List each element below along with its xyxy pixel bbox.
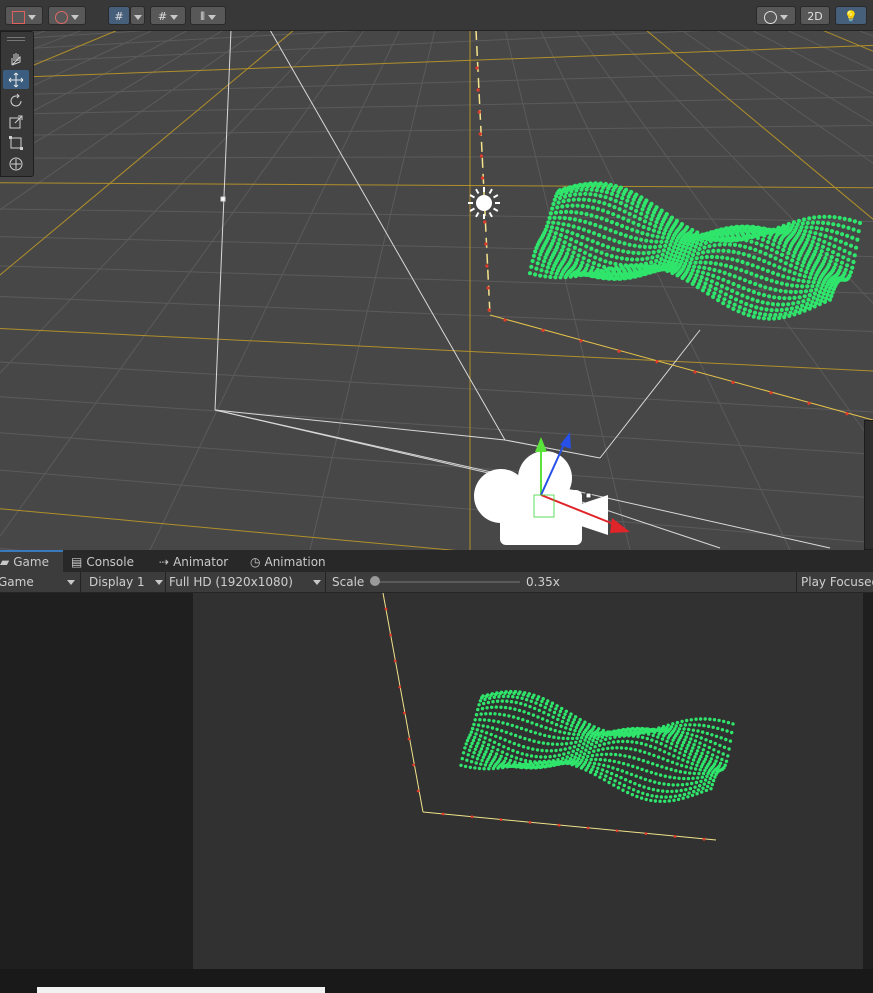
scene-canvas[interactable] xyxy=(0,0,873,550)
rect-tool-button[interactable] xyxy=(3,133,29,152)
align-dropdown[interactable]: ⫴ xyxy=(190,6,226,25)
tab-animator-label: Animator xyxy=(173,555,229,569)
move-tool-button[interactable] xyxy=(3,70,29,89)
gamepad-icon: ▰ xyxy=(0,555,10,569)
globe-icon xyxy=(55,10,68,24)
game-canvas xyxy=(382,593,735,841)
view-mode-dropdown[interactable]: Game xyxy=(0,572,76,592)
display-value: Display 1 xyxy=(89,575,145,589)
display-dropdown[interactable]: Display 1 xyxy=(89,572,163,592)
scene-grid xyxy=(0,0,873,550)
tab-strip: ▰ Game ▤ Console ⇢ Animator ◷ Animation xyxy=(0,550,873,573)
lighting-toggle[interactable]: 💡 xyxy=(835,6,867,25)
game-view[interactable] xyxy=(193,593,863,969)
move-icon xyxy=(8,72,24,88)
game-terrain-mesh xyxy=(459,689,735,803)
drag-handle[interactable] xyxy=(7,37,25,41)
lightbulb-icon: 💡 xyxy=(844,10,858,23)
play-mode-dropdown[interactable]: Play Focused xyxy=(801,572,873,592)
status-bar xyxy=(0,969,873,993)
console-icon: ▤ xyxy=(71,555,83,569)
scale-slider-thumb[interactable] xyxy=(370,576,380,586)
grid-snap-toggle[interactable]: # xyxy=(108,6,130,25)
view-mode-value: Game xyxy=(0,575,34,589)
tab-game-label: Game xyxy=(13,555,49,569)
resolution-value: Full HD (1920x1080) xyxy=(169,575,293,589)
tools-overlay xyxy=(0,31,34,177)
transform-tool-button[interactable] xyxy=(3,154,29,173)
chevron-down-icon xyxy=(28,14,36,20)
scale-icon xyxy=(9,115,23,129)
chevron-down-icon xyxy=(313,580,321,585)
sphere-icon xyxy=(764,10,777,24)
resolution-dropdown[interactable]: Full HD (1920x1080) xyxy=(169,572,325,592)
toggle-2d-button[interactable]: 2D xyxy=(800,6,830,25)
chevron-down-icon xyxy=(170,14,179,20)
chevron-down-icon xyxy=(155,580,163,585)
play-mode-value: Play Focused xyxy=(801,575,873,589)
game-letterbox-right xyxy=(863,593,873,969)
overlay-side-handle[interactable] xyxy=(864,420,873,550)
chevron-down-icon xyxy=(133,14,142,20)
tab-game[interactable]: ▰ Game xyxy=(0,550,63,573)
hand-tool-button[interactable] xyxy=(3,49,29,68)
separator xyxy=(80,572,81,592)
tab-console-label: Console xyxy=(86,555,134,569)
separator xyxy=(325,572,326,592)
animator-icon: ⇢ xyxy=(159,555,170,569)
separator xyxy=(796,572,797,592)
game-panel: ▰ Game ▤ Console ⇢ Animator ◷ Animation Game… xyxy=(0,550,873,993)
game-letterbox-left xyxy=(0,593,193,969)
rotate-icon xyxy=(10,93,22,107)
hand-icon xyxy=(11,53,21,66)
scale-tool-button[interactable] xyxy=(3,112,29,131)
grid-snap-dropdown[interactable] xyxy=(130,6,145,25)
rotate-tool-button[interactable] xyxy=(3,91,29,110)
increment-snap-icon: # xyxy=(157,10,168,23)
align-icon: ⫴ xyxy=(200,10,205,23)
scene-view[interactable]: # # ⫴ 2D 💡 xyxy=(0,0,873,550)
separator xyxy=(165,572,166,592)
chevron-down-icon xyxy=(207,14,216,20)
clock-icon: ◷ xyxy=(250,555,261,569)
chevron-down-icon xyxy=(67,580,75,585)
tab-animator[interactable]: ⇢ Animator xyxy=(159,550,244,572)
tab-animation[interactable]: ◷ Animation xyxy=(250,550,340,572)
scale-value: 0.35x xyxy=(526,575,560,589)
grid-snap-icon: # xyxy=(114,10,124,23)
game-toolbar: Game Display 1 Full HD (1920x1080) Scale… xyxy=(0,572,873,593)
tab-console[interactable]: ▤ Console xyxy=(71,550,151,572)
gizmos-dropdown[interactable] xyxy=(756,6,796,25)
scene-toolbar: # # ⫴ 2D 💡 xyxy=(0,0,873,31)
chevron-down-icon xyxy=(71,14,79,20)
increment-snap-dropdown[interactable]: # xyxy=(150,6,186,25)
global-toggle-dropdown[interactable] xyxy=(48,6,86,25)
scale-label: Scale xyxy=(332,575,365,589)
game-axis-lines xyxy=(382,593,717,841)
tab-animation-label: Animation xyxy=(264,555,326,569)
terrain-mesh xyxy=(527,181,863,321)
chevron-down-icon xyxy=(780,14,788,20)
draw-mode-dropdown[interactable] xyxy=(5,6,43,25)
status-field xyxy=(37,987,325,993)
draw-mode-icon xyxy=(12,10,25,24)
transform-icon xyxy=(9,157,23,171)
scale-slider-track[interactable] xyxy=(376,581,520,583)
directional-light-icon xyxy=(468,187,500,219)
rect-transform-icon xyxy=(9,136,23,150)
